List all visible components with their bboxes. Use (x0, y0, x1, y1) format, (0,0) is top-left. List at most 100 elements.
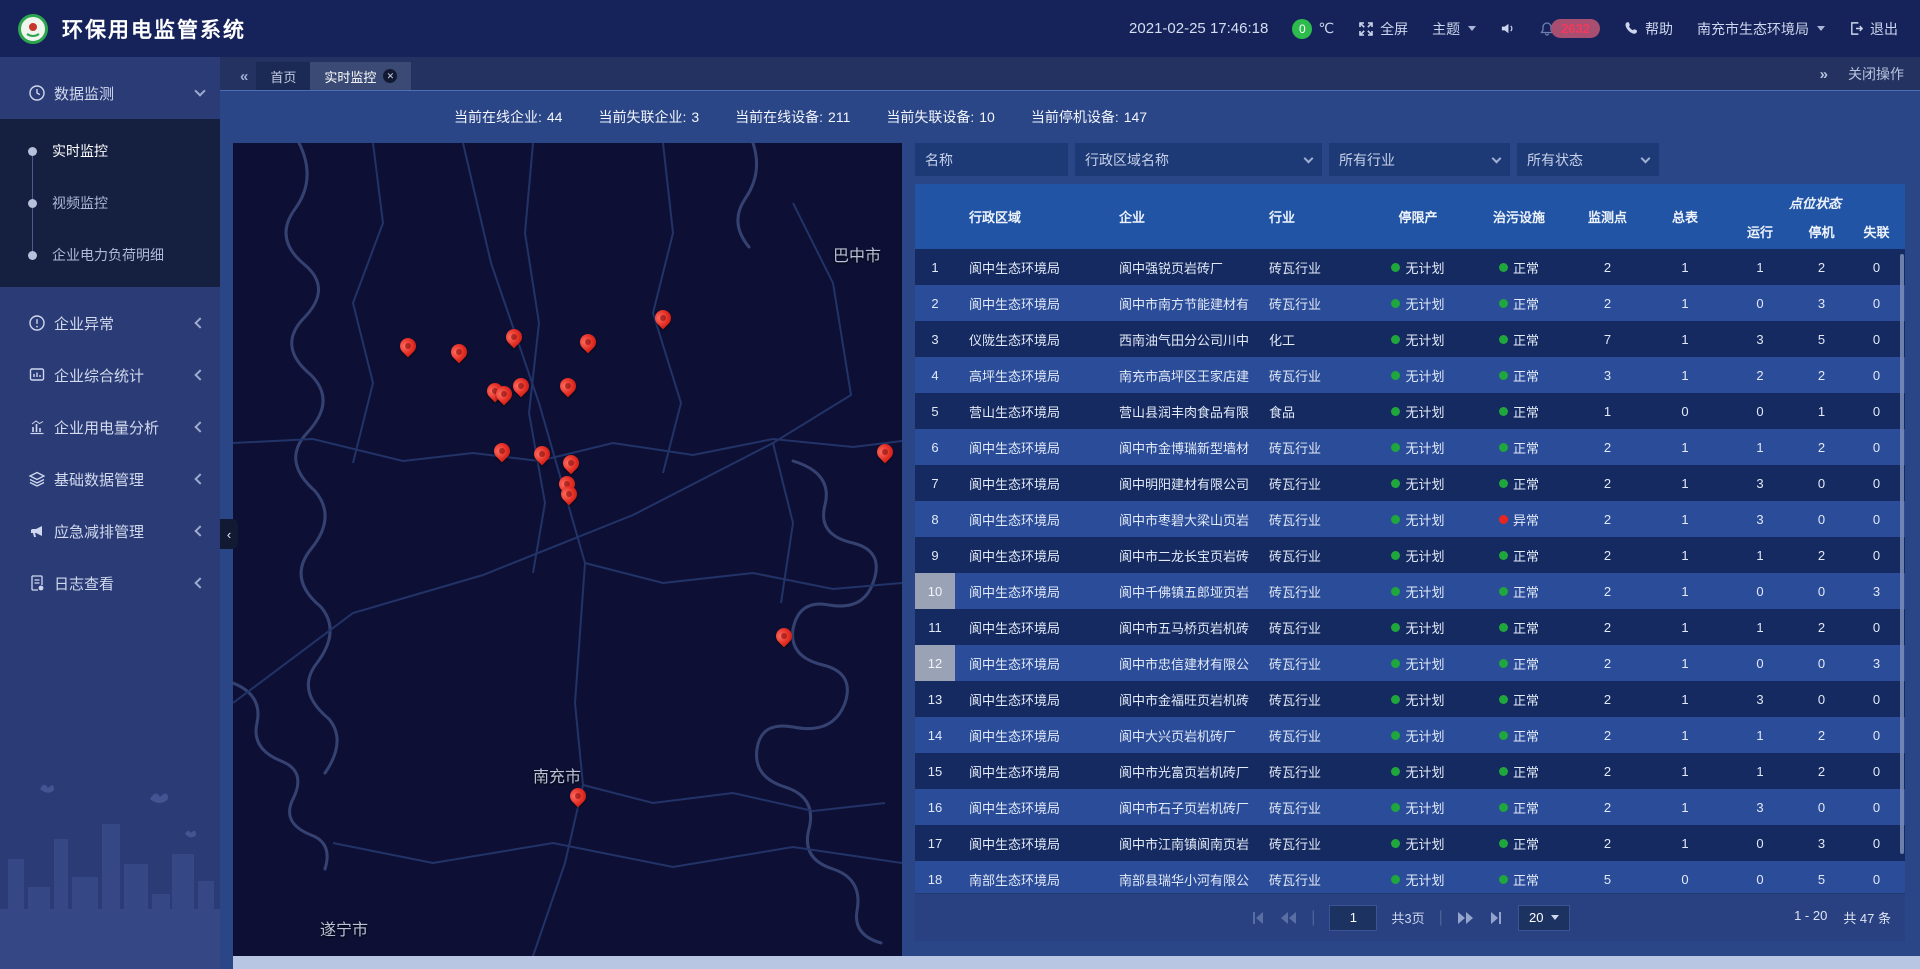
content-body: 当前在线企业:44 当前失联企业:3 当前在线设备:211 当前失联设备:10 … (220, 90, 1920, 969)
table-cell: 化工 (1258, 321, 1368, 357)
sidebar-item-video-monitor[interactable]: 视频监控 (0, 177, 220, 229)
sidebar-item-data-monitor[interactable]: 数据监测 (0, 67, 220, 119)
status-dot-green (1499, 875, 1508, 884)
close-operations-button[interactable]: 关闭操作 (1848, 64, 1904, 84)
table-row[interactable]: 1阆中生态环境局阆中强锐页岩砖厂砖瓦行业无计划正常21120 (915, 249, 1905, 285)
cell-text: 2 (1604, 440, 1611, 455)
cell-text: 阆中生态环境局 (969, 438, 1060, 457)
col-industry: 行业 (1258, 184, 1368, 249)
industry-select[interactable]: 所有行业 (1329, 143, 1510, 176)
cell-text: 阆中生态环境局 (969, 258, 1060, 277)
tab-home[interactable]: 首页 (256, 62, 310, 90)
total-count-label: 共 47 条 (1843, 908, 1891, 927)
stats-monitor-icon (28, 366, 46, 384)
table-cell: 正常 (1468, 753, 1570, 789)
theme-dropdown[interactable]: 主题 (1432, 19, 1476, 39)
tabs-scroll-left-button[interactable]: « (232, 68, 256, 90)
tabs-scroll-right-button[interactable]: » (1820, 66, 1826, 83)
prev-page-button[interactable] (1280, 911, 1297, 925)
cell-text: 无计划 (1405, 366, 1444, 385)
table-row[interactable]: 6阆中生态环境局阆中市金博瑞新型墙材砖瓦行业无计划正常21120 (915, 429, 1905, 465)
cell-text: 阆中市石子页岩机砖厂 (1119, 798, 1249, 817)
fullscreen-label: 全屏 (1380, 19, 1408, 39)
status-dot-green (1499, 551, 1508, 560)
divider: | (1311, 909, 1315, 927)
table-cell: 砖瓦行业 (1258, 465, 1368, 501)
table-cell: 无计划 (1368, 465, 1468, 501)
table-row[interactable]: 2阆中生态环境局阆中市南方节能建材有砖瓦行业无计划正常21030 (915, 285, 1905, 321)
table-cell: 1 (1725, 249, 1795, 285)
cell-text: 5 (1818, 332, 1825, 347)
sidebar-item-power-load-detail[interactable]: 企业电力负荷明细 (0, 229, 220, 281)
table-scrollbar[interactable] (1900, 254, 1904, 854)
table-cell: 砖瓦行业 (1258, 753, 1368, 789)
table-row[interactable]: 10阆中生态环境局阆中千佛镇五郎垭页岩砖瓦行业无计划正常21003 (915, 573, 1905, 609)
table-cell: 10 (915, 573, 955, 609)
city-label: 遂宁市 (320, 916, 368, 940)
sidebar-item-emergency-reduction[interactable]: 应急减排管理 (0, 505, 220, 557)
table-row[interactable]: 14阆中生态环境局阆中大兴页岩机砖厂砖瓦行业无计划正常21120 (915, 717, 1905, 753)
table-cell: 正常 (1468, 429, 1570, 465)
cell-text: 0 (1873, 548, 1880, 563)
help-button[interactable]: 帮助 (1624, 19, 1673, 39)
sidebar-item-company-statistics[interactable]: 企业综合统计 (0, 349, 220, 401)
map[interactable]: 巴中市南充市遂宁市 (233, 143, 902, 956)
logout-button[interactable]: 退出 (1849, 19, 1898, 39)
table-cell: 0 (1848, 681, 1905, 717)
cell-text: 砖瓦行业 (1269, 366, 1321, 385)
table-row[interactable]: 11阆中生态环境局阆中市五马桥页岩机砖砖瓦行业无计划正常21120 (915, 609, 1905, 645)
last-page-button[interactable] (1488, 911, 1504, 925)
notification-badge[interactable]: 2632 (1539, 19, 1600, 38)
table-row[interactable]: 7阆中生态环境局阆中明阳建材有限公司砖瓦行业无计划正常21300 (915, 465, 1905, 501)
table-cell: 砖瓦行业 (1258, 609, 1368, 645)
table-row[interactable]: 15阆中生态环境局阆中市光富页岩机砖厂砖瓦行业无计划正常21120 (915, 753, 1905, 789)
cell-text: 砖瓦行业 (1269, 726, 1321, 745)
table-row[interactable]: 8阆中生态环境局阆中市枣碧大梁山页岩砖瓦行业无计划异常21300 (915, 501, 1905, 537)
org-dropdown[interactable]: 南充市生态环境局 (1697, 19, 1825, 39)
cell-text: 0 (1873, 620, 1880, 635)
table-cell: 0 (1795, 501, 1848, 537)
table-cell: 0 (1795, 465, 1848, 501)
sidebar-item-power-analysis[interactable]: 企业用电量分析 (0, 401, 220, 453)
region-select[interactable]: 行政区域名称 (1075, 143, 1322, 176)
sidebar-item-base-data[interactable]: 基础数据管理 (0, 453, 220, 505)
sidebar-item-realtime-monitor[interactable]: 实时监控 (0, 125, 220, 177)
fullscreen-button[interactable]: 全屏 (1358, 19, 1408, 39)
table-cell: 南部县瑞华小河有限公 (1110, 861, 1258, 893)
table-cell: 阆中生态环境局 (955, 789, 1110, 825)
cell-text: 砖瓦行业 (1269, 510, 1321, 529)
name-filter[interactable] (915, 143, 1068, 176)
map-roads (233, 143, 902, 956)
table-row[interactable]: 9阆中生态环境局阆中市二龙长宝页岩砖砖瓦行业无计划正常21120 (915, 537, 1905, 573)
table-cell: 3 (1570, 357, 1645, 393)
cell-text: 1 (1681, 764, 1688, 779)
sidebar-item-log-view[interactable]: 日志查看 (0, 557, 220, 609)
table-cell: 阆中生态环境局 (955, 285, 1110, 321)
table-row[interactable]: 12阆中生态环境局阆中市忠信建材有限公砖瓦行业无计划正常21003 (915, 645, 1905, 681)
page-number-input[interactable] (1329, 905, 1377, 931)
table-row[interactable]: 13阆中生态环境局阆中市金福旺页岩机砖砖瓦行业无计划正常21300 (915, 681, 1905, 717)
first-page-button[interactable] (1250, 911, 1266, 925)
table-cell: 无计划 (1368, 249, 1468, 285)
table-cell: 无计划 (1368, 789, 1468, 825)
volume-button[interactable] (1500, 21, 1515, 36)
table-row[interactable]: 18南部生态环境局南部县瑞华小河有限公砖瓦行业无计划正常50050 (915, 861, 1905, 893)
table-row[interactable]: 17阆中生态环境局阆中市江南镇阆南页岩砖瓦行业无计划正常21030 (915, 825, 1905, 861)
table-cell: 0 (1848, 357, 1905, 393)
sidebar-item-company-abnormal[interactable]: 企业异常 (0, 297, 220, 349)
table-row[interactable]: 4高坪生态环境局南充市高坪区王家店建砖瓦行业无计划正常31220 (915, 357, 1905, 393)
cell-text: 2 (1604, 692, 1611, 707)
table-row[interactable]: 3仪陇生态环境局西南油气田分公司川中化工无计划正常71350 (915, 321, 1905, 357)
speaker-icon (1500, 21, 1515, 36)
tab-realtime-monitor[interactable]: 实时监控 ✕ (310, 62, 411, 90)
page-size-select[interactable]: 20 (1518, 905, 1570, 931)
status-select[interactable]: 所有状态 (1517, 143, 1659, 176)
table-row[interactable]: 5营山生态环境局营山县润丰肉食品有限食品无计划正常10010 (915, 393, 1905, 429)
sidebar-item-label: 企业用电量分析 (54, 417, 196, 438)
map-collapse-button[interactable]: ‹ (220, 519, 238, 549)
search-input[interactable] (925, 152, 1058, 168)
next-page-button[interactable] (1457, 911, 1474, 925)
table-row[interactable]: 16阆中生态环境局阆中市石子页岩机砖厂砖瓦行业无计划正常21300 (915, 789, 1905, 825)
cell-text: 8 (931, 512, 938, 527)
tab-close-icon[interactable]: ✕ (383, 69, 397, 83)
